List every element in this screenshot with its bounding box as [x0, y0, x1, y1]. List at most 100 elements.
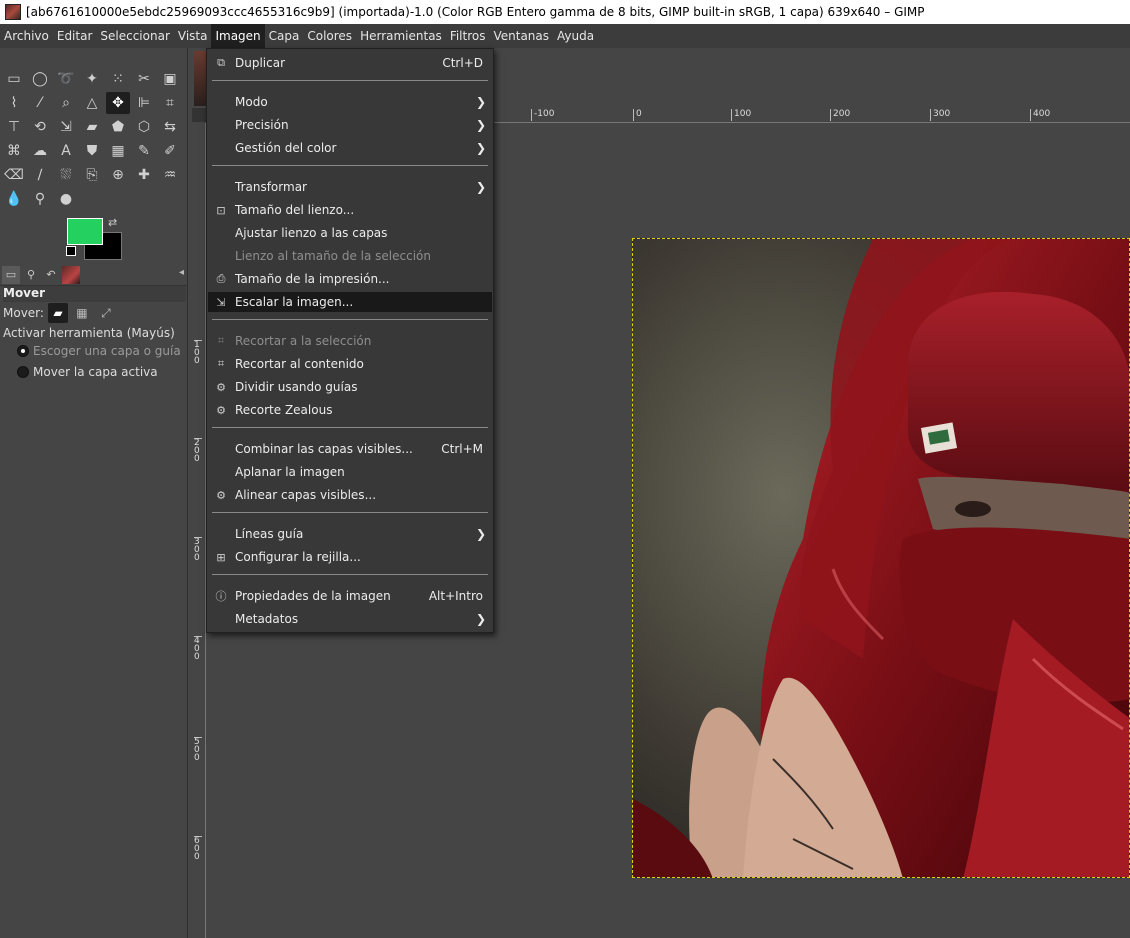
menu-archivo[interactable]: Archivo	[0, 24, 53, 48]
color-picker-icon[interactable]: ⁄	[28, 92, 52, 114]
menu-ventanas[interactable]: Ventanas	[489, 24, 553, 48]
images-tab-icon[interactable]	[62, 265, 80, 284]
radio-pick-layer-indicator[interactable]	[17, 345, 29, 357]
menu-editar[interactable]: Editar	[53, 24, 97, 48]
scale-icon[interactable]: ⇲	[54, 116, 78, 138]
menu-item-crop-to-content[interactable]: ⌗ Recortar al contenido	[208, 354, 492, 374]
window-title: [ab6761610000e5ebdc25969093ccc4655316c9b…	[26, 5, 925, 19]
menu-item-color-management[interactable]: Gestión del color ❯	[208, 138, 492, 158]
printer-icon: ⎙	[216, 272, 226, 285]
gradient-icon[interactable]: ●	[54, 188, 78, 210]
dodge-burn-icon[interactable]: ⚲	[28, 188, 52, 210]
radio-pick-layer[interactable]: Escoger una capa o guía	[17, 344, 181, 358]
foreground-select-icon[interactable]: ▣	[158, 68, 182, 90]
ruler-left-label: 400	[194, 636, 202, 662]
ruler-top-label: -100	[531, 109, 554, 121]
cage-transform-icon[interactable]: ⌘	[2, 140, 26, 162]
menu-item-precision[interactable]: Precisión ❯	[208, 115, 492, 135]
ruler-top-label: 400	[1030, 109, 1050, 121]
paths-icon[interactable]: ⌇	[2, 92, 26, 114]
menu-imagen[interactable]: Imagen	[211, 24, 265, 48]
radio-move-active[interactable]: Mover la capa activa	[17, 365, 158, 379]
menu-item-zealous-crop[interactable]: ⚙ Recorte Zealous	[208, 400, 492, 420]
warp-icon[interactable]: ☁	[28, 140, 52, 162]
menu-item-duplicate[interactable]: ⧉ Duplicar Ctrl+D	[208, 53, 492, 73]
menu-item-grid[interactable]: ⊞ Configurar la rejilla...	[208, 547, 492, 567]
menu-item-flatten[interactable]: Aplanar la imagen	[208, 462, 492, 482]
tool-options-tab-icon[interactable]: ▭	[2, 265, 20, 284]
menu-filtros[interactable]: Filtros	[446, 24, 490, 48]
mover-row: Mover: ▰ ▦ ⤢	[3, 302, 116, 324]
eraser-icon[interactable]: ⌫	[2, 164, 26, 186]
menu-vista[interactable]: Vista	[174, 24, 212, 48]
paintbrush-icon[interactable]: ✐	[158, 140, 182, 162]
menu-item-transform[interactable]: Transformar ❯	[208, 177, 492, 197]
chevron-right-icon: ❯	[475, 612, 486, 626]
clone-icon[interactable]: ⎘	[80, 164, 104, 186]
menu-item-slice-guides[interactable]: ⚙ Dividir usando guías	[208, 377, 492, 397]
perspective-icon[interactable]: ⬟	[106, 116, 130, 138]
menu-item-guides[interactable]: Líneas guía ❯	[208, 524, 492, 544]
ruler-corner[interactable]	[192, 108, 206, 122]
reset-colors-icon[interactable]	[66, 246, 76, 256]
mypaint-brush-icon[interactable]: ▦	[106, 140, 130, 162]
perspective-clone-icon[interactable]: ✚	[132, 164, 156, 186]
blur-icon[interactable]: ♒	[158, 164, 182, 186]
menu-item-mode[interactable]: Modo ❯	[208, 92, 492, 112]
menu-separator	[212, 427, 488, 428]
menu-item-properties[interactable]: ⓘ Propiedades de la imagen Alt+Intro	[208, 586, 492, 606]
undo-history-tab-icon[interactable]: ↶	[42, 266, 60, 284]
menu-item-fit-canvas-layers[interactable]: Ajustar lienzo a las capas	[208, 223, 492, 243]
scissors-icon[interactable]: ✂	[132, 68, 156, 90]
airbrush-icon[interactable]: ∕	[28, 164, 52, 186]
move-icon[interactable]: ✥	[106, 92, 130, 114]
ruler-left[interactable]: 100 200 300 400 500 600	[192, 123, 206, 938]
menu-item-scale-image[interactable]: ⇲ Escalar la imagen...	[208, 292, 492, 312]
menu-item-label: Precisión	[235, 118, 289, 132]
3d-transform-icon[interactable]: ⬡	[132, 116, 156, 138]
lasso-icon[interactable]: ➰	[54, 68, 78, 90]
rotate-icon[interactable]: ⟲	[28, 116, 52, 138]
menu-capa[interactable]: Capa	[265, 24, 304, 48]
bucket-fill-icon[interactable]: ⛊	[80, 140, 104, 162]
smudge-icon[interactable]: 💧	[2, 188, 26, 210]
menu-colores[interactable]: Colores	[303, 24, 356, 48]
fuzzy-select-icon[interactable]: ✦	[80, 68, 104, 90]
heal-icon[interactable]: ⊕	[106, 164, 130, 186]
shear-icon[interactable]: ▰	[80, 116, 104, 138]
menu-item-label: Recortar al contenido	[235, 357, 364, 371]
move-path-icon[interactable]: ⤢	[96, 303, 116, 323]
ellipse-select-icon[interactable]: ◯	[28, 68, 52, 90]
menu-item-label: Modo	[235, 95, 268, 109]
menu-ayuda[interactable]: Ayuda	[553, 24, 598, 48]
menu-item-metadata[interactable]: Metadatos ❯	[208, 609, 492, 629]
ink-icon[interactable]: ⛆	[54, 164, 78, 186]
menu-item-canvas-to-selection[interactable]: Lienzo al tamaño de la selección	[208, 246, 492, 266]
rect-select-icon[interactable]: ▭	[2, 68, 26, 90]
device-status-tab-icon[interactable]: ⚲	[22, 266, 40, 284]
dock-menu-icon[interactable]: ◂	[179, 267, 184, 278]
pencil-icon[interactable]: ✎	[132, 140, 156, 162]
color-select-icon[interactable]: ⁙	[106, 68, 130, 90]
measure-icon[interactable]: △	[80, 92, 104, 114]
zoom-icon[interactable]: ⌕	[54, 92, 78, 114]
menu-item-align-layers[interactable]: ⚙ Alinear capas visibles...	[208, 485, 492, 505]
crop-icon[interactable]: ⌗	[158, 92, 182, 114]
menu-item-crop-to-selection[interactable]: ⌗ Recortar a la selección	[208, 331, 492, 351]
menu-item-print-size[interactable]: ⎙ Tamaño de la impresión...	[208, 269, 492, 289]
flip-icon[interactable]: ⇆	[158, 116, 182, 138]
swap-colors-icon[interactable]: ⇄	[108, 216, 117, 229]
menu-seleccionar[interactable]: Seleccionar	[96, 24, 173, 48]
gimp-app-icon	[5, 4, 21, 20]
foreground-color-swatch[interactable]	[67, 218, 103, 245]
menu-herramientas[interactable]: Herramientas	[356, 24, 446, 48]
unified-transform-icon[interactable]: ⊤	[2, 116, 26, 138]
radio-move-active-indicator[interactable]	[17, 366, 29, 378]
menu-item-canvas-size[interactable]: ⊡ Tamaño del lienzo...	[208, 200, 492, 220]
image-canvas[interactable]	[632, 238, 1130, 878]
menu-item-merge-visible[interactable]: Combinar las capas visibles... Ctrl+M	[208, 439, 492, 459]
move-selection-icon[interactable]: ▦	[72, 303, 92, 323]
text-icon[interactable]: A	[54, 140, 78, 162]
move-layer-icon[interactable]: ▰	[47, 303, 68, 323]
align-icon[interactable]: ⊫	[132, 92, 156, 114]
